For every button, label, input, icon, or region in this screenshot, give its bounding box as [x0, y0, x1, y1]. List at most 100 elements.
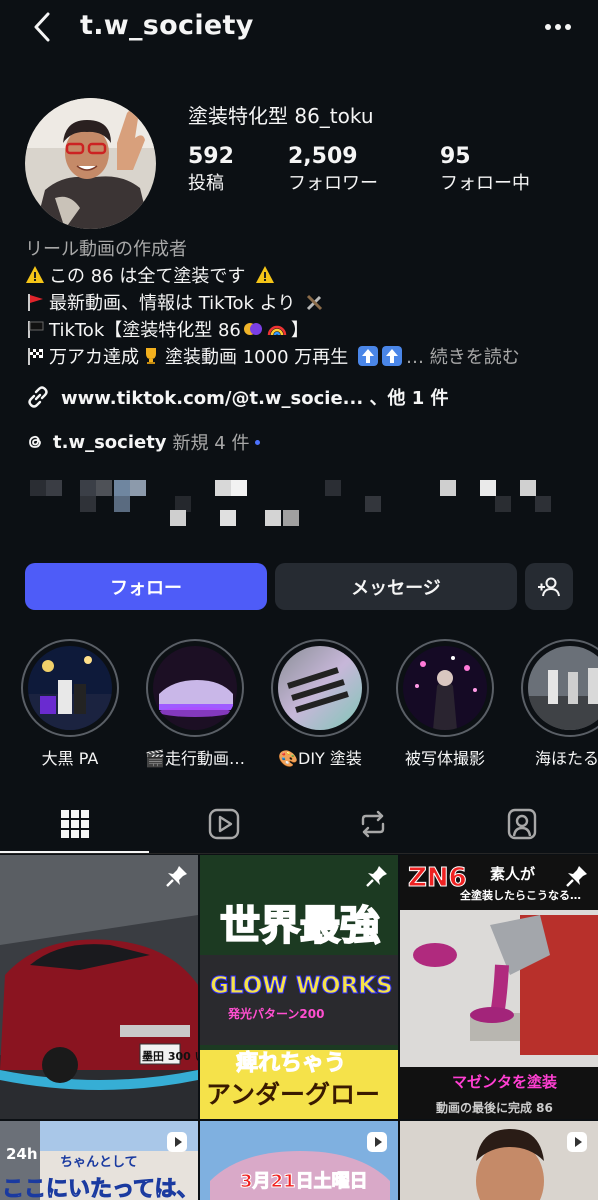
- license-plate: 墨田 300 い 85-62: [142, 1050, 198, 1063]
- blurred-bio-area: [25, 476, 555, 528]
- message-button[interactable]: メッセージ: [275, 563, 517, 610]
- tab-reels[interactable]: [149, 800, 298, 848]
- back-arrow-icon[interactable]: [28, 10, 58, 44]
- tab-divider: [0, 853, 598, 854]
- post-bottom-2: アンダーグロー: [206, 1080, 381, 1109]
- link-icon: [28, 386, 48, 408]
- grid-icon: [60, 810, 89, 838]
- following-stat[interactable]: 95 フォロー中: [440, 143, 530, 197]
- highlight-cover: [153, 646, 237, 730]
- suggest-user-button[interactable]: [525, 563, 573, 610]
- highlight-item[interactable]: 🎨DIY 塗装: [271, 639, 369, 769]
- followers-stat[interactable]: 2,509 フォロワー: [288, 143, 378, 197]
- warning-icon: [256, 266, 275, 283]
- pin-icon: [166, 866, 187, 887]
- follow-button[interactable]: フォロー: [25, 563, 267, 610]
- highlight-ring: [146, 639, 244, 737]
- bio-text-1: この 86 は全て塗装です: [49, 266, 246, 287]
- post-title: 世界最強: [219, 902, 381, 950]
- threads-username: t.w_society: [53, 431, 167, 453]
- highlight-ring: [21, 639, 119, 737]
- add-person-icon: [538, 577, 560, 596]
- theater-masks-icon: [243, 323, 262, 335]
- read-more-link[interactable]: … 続きを読む: [406, 347, 520, 368]
- black-flag-icon: [28, 321, 44, 338]
- post-line-1: ちゃんとして: [60, 1155, 138, 1170]
- new-dot: [255, 439, 261, 445]
- posts-stat[interactable]: 592 投稿: [188, 143, 234, 197]
- bio-line-1: この 86 は全て塗装です: [25, 263, 585, 290]
- reels-icon: [208, 808, 239, 840]
- highlight-item[interactable]: 大黒 PA: [21, 639, 119, 769]
- rainbow-icon: [267, 325, 287, 336]
- highlight-cover: [528, 646, 598, 730]
- threads-new-count: 新規 4 件: [172, 433, 250, 454]
- post-bottom-1: マゼンタを塗装: [452, 1073, 558, 1091]
- hammer-wrench-icon: [307, 294, 323, 311]
- highlight-label: 🎨DIY 塗装: [255, 745, 385, 769]
- highlight-label-text: 走行動画…: [164, 749, 245, 768]
- post-thumbnail[interactable]: 墨田 300 い 85-62: [0, 855, 198, 1119]
- posts-count: 592: [188, 144, 234, 169]
- post-subtitle-2: 発光パターン200: [228, 1007, 325, 1021]
- tagged-icon: [507, 808, 536, 840]
- red-flag-icon: [28, 294, 43, 311]
- reel-icon: [367, 1132, 387, 1152]
- post-thumbnail[interactable]: 24h ちゃんとして ここにいたっては、: [0, 1121, 198, 1200]
- bio-line-4: 万アカ達成 塗装動画 1000 万再生 … 続きを読む: [25, 344, 585, 371]
- posts-label: 投稿: [188, 173, 224, 194]
- post-subtitle-2: 全塗装したらこうなる…: [460, 889, 581, 902]
- profile-category: リール動画の作成者: [25, 239, 187, 260]
- bio-text-3b: 】: [290, 320, 309, 341]
- profile-header: t.w_society: [0, 0, 598, 56]
- film-icon: 🎬: [145, 749, 165, 768]
- post-line-1: 3月21日土曜日: [240, 1171, 369, 1193]
- post-thumbnail[interactable]: [400, 1121, 598, 1200]
- bio-text-4: 万アカ達成: [49, 347, 139, 368]
- warning-icon: [26, 266, 44, 283]
- highlight-label: 🎬走行動画…: [130, 745, 260, 769]
- highlight-cover: [403, 646, 487, 730]
- highlight-label: 被写体撮影: [404, 749, 485, 768]
- more-options-icon[interactable]: [540, 12, 576, 42]
- bio-line-2: 最新動画、情報は TikTok より: [25, 290, 585, 317]
- post-thumbnail[interactable]: 3月21日土曜日: [200, 1121, 398, 1200]
- highlight-cover: [28, 646, 112, 730]
- post-thumbnail[interactable]: 世界最強 GLOW WORKS 発光パターン200 痺れちゃう アンダーグロー: [200, 855, 398, 1119]
- post-line-2: ここにいたっては、: [1, 1177, 198, 1200]
- post-thumbnail[interactable]: ZN6 素人が 全塗装したらこうなる… マゼンタを塗装 動画の最後に完成 86: [400, 855, 598, 1119]
- checkered-flag-icon: [28, 348, 43, 365]
- display-name: 塗装特化型 86_toku: [188, 104, 374, 128]
- profile-avatar[interactable]: [25, 98, 156, 229]
- bio-text-3: TikTok【塗装特化型 86: [49, 320, 241, 341]
- bio-line-3: TikTok【塗装特化型 86 】: [25, 317, 585, 344]
- highlight-item[interactable]: 🎬走行動画…: [145, 639, 245, 769]
- highlight-label-text: DIY 塗装: [298, 749, 362, 768]
- up-arrow-icon: [358, 346, 378, 366]
- tab-posts-grid[interactable]: [0, 800, 149, 848]
- following-label: フォロー中: [440, 173, 530, 194]
- highlight-ring: [396, 639, 494, 737]
- followers-count: 2,509: [288, 144, 358, 169]
- highlight-item[interactable]: 被写体撮影: [396, 639, 494, 769]
- palette-icon: 🎨: [278, 749, 298, 768]
- tab-reposts[interactable]: [298, 800, 447, 848]
- threads-badge[interactable]: t.w_society 新規 4 件: [25, 428, 261, 456]
- external-link[interactable]: www.tiktok.com/@t.w_socie... 、他 1 件: [25, 383, 449, 411]
- post-bottom-2: 動画の最後に完成 86: [436, 1101, 553, 1115]
- post-bottom-1: 痺れちゃう: [235, 1051, 347, 1077]
- highlight-cover: [278, 646, 362, 730]
- bio-text-2: 最新動画、情報は TikTok より: [49, 293, 296, 314]
- highlight-item[interactable]: 海ほたる: [521, 639, 598, 769]
- tab-tagged[interactable]: [447, 800, 596, 848]
- pin-icon: [366, 866, 387, 887]
- post-subtitle: 素人が: [490, 865, 536, 883]
- followers-label: フォロワー: [288, 173, 378, 194]
- post-badge-text: 24h: [6, 1145, 38, 1163]
- pin-icon: [566, 866, 587, 887]
- reposts-icon: [361, 810, 384, 838]
- header-username: t.w_society: [80, 10, 254, 41]
- highlight-label: 海ほたる: [535, 749, 598, 768]
- following-count: 95: [440, 144, 471, 169]
- post-title: ZN6: [408, 863, 468, 894]
